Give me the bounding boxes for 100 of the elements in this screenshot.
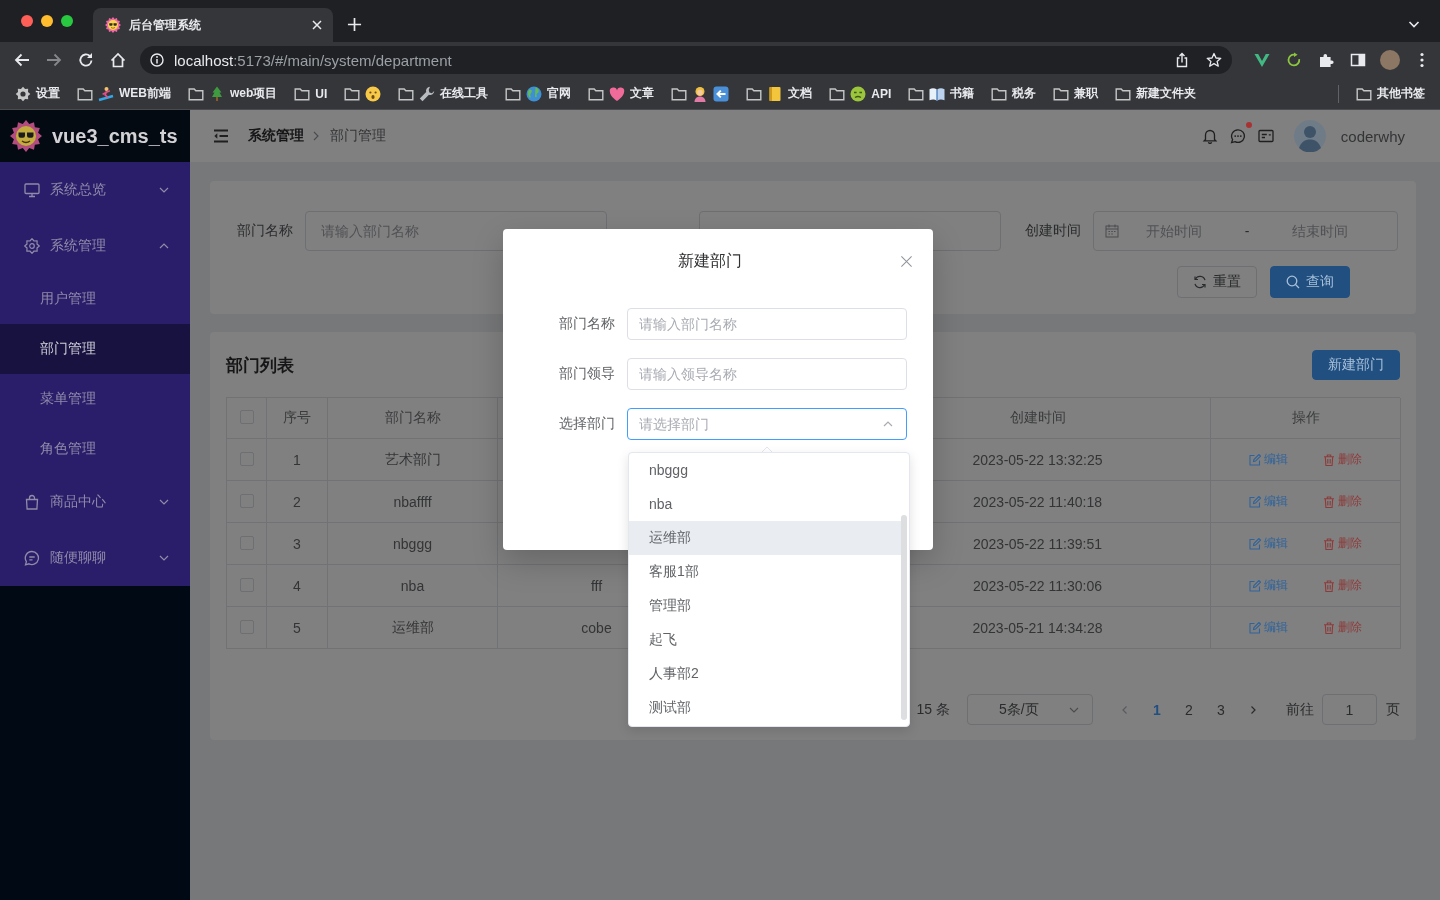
folder-icon [588,85,605,102]
page-button[interactable]: 3 [1205,694,1237,725]
bookmark[interactable]: UI [288,81,334,106]
browser-tab[interactable]: 后台管理系统 [93,8,333,42]
folder-icon [1356,85,1372,102]
book-icon [929,85,946,102]
create-button[interactable]: 新建部门 [1312,350,1400,380]
bookmark[interactable]: 新建文件夹 [1109,81,1203,106]
dropdown-option[interactable]: 起飞 [629,623,901,657]
info-icon[interactable] [150,53,164,67]
folder-icon [991,85,1008,102]
dialog-title: 新建部门 [676,251,743,271]
bookmark[interactable]: 书籍 [902,81,981,106]
trash-icon [1323,537,1335,550]
app-title: vue3_cms_ts [52,124,178,148]
breadcrumb-item: 部门管理 [330,127,386,145]
table-cell: 艺术部门 [384,450,441,469]
globe-icon [526,85,543,102]
bookmark[interactable]: 兼职 [1047,81,1105,106]
bookmark[interactable]: 文档 [740,81,819,106]
table-cell: 4 [293,577,301,594]
plus-icon[interactable] [347,17,362,32]
folder-icon [294,85,311,102]
back-icon[interactable] [14,52,30,68]
field-label: 选择部门 [558,415,615,433]
sun-face-icon [10,120,42,152]
menu-item[interactable]: 部门管理 [0,324,190,374]
user-name[interactable]: coderwhy [1340,127,1405,145]
page-suffix: 页 [1386,700,1400,719]
bookmark[interactable]: 其他书签 [1350,81,1431,106]
search-button[interactable]: 查询 [1270,266,1350,298]
gear-icon [24,238,40,254]
table-cell: cobe [581,619,612,636]
star-icon[interactable] [1206,52,1222,68]
tree-icon [209,85,225,102]
bookmark[interactable]: 文章 [582,81,661,106]
trash-icon [1323,453,1335,466]
profile-avatar[interactable] [1380,50,1400,70]
dropdown-option[interactable]: nba [629,487,901,521]
dropdown-option[interactable]: 客服1部 [629,555,901,589]
refresh-icon [1193,275,1207,289]
total-count: 15 条 [916,700,950,719]
page-size-select[interactable]: 5条/页 [967,694,1093,725]
home-icon[interactable] [110,52,126,68]
folder-icon [188,85,204,102]
bookmark[interactable]: 设置 [9,81,66,106]
side-panel-icon[interactable] [1350,52,1366,68]
menu-fold-icon[interactable] [213,128,229,144]
reload-icon[interactable] [78,52,94,68]
v-shape-icon[interactable] [1254,52,1270,68]
text-field[interactable]: 请输入部门名称 [627,308,907,340]
address-bar[interactable]: localhost:5173/#/main/system/department [140,46,1232,74]
bookmark[interactable]: API [823,81,898,106]
menu-group[interactable]: 随便聊聊 [0,530,190,586]
dropdown-option[interactable]: 管理部 [629,589,901,623]
dropdown-option[interactable]: 运维部 [629,521,901,555]
bookmark[interactable]: 官网 [499,81,578,106]
table-cell: fff [590,577,603,594]
minimize-window-icon[interactable] [41,15,53,27]
bookmark[interactable]: 在线工具 [392,81,495,106]
column-header: 操作 [1291,409,1320,427]
heart-icon [609,85,626,102]
puzzle-icon[interactable] [1318,52,1334,68]
menu-item[interactable]: 角色管理 [0,424,190,474]
page-button[interactable]: 2 [1173,694,1205,725]
bookmark[interactable]: 税务 [985,81,1043,106]
bookmark[interactable]: WEB前端 [71,81,177,106]
message-card-icon[interactable] [1257,128,1274,144]
edit-icon [1249,579,1261,592]
dropdown-option[interactable]: 人事部2 [629,657,901,691]
bookmark[interactable]: web项目 [182,81,284,106]
field-label: 创建时间 [1024,222,1081,240]
breadcrumb-item[interactable]: 系统管理 [248,127,304,145]
chat-bubble-icon[interactable] [1229,128,1246,144]
dropdown-option[interactable]: nbggg [629,453,901,487]
reset-button[interactable]: 重置 [1177,266,1257,298]
page-jump-field[interactable]: 1 [1322,694,1377,725]
menu-group[interactable]: 系统总览 [0,162,190,218]
menu-item[interactable]: 菜单管理 [0,374,190,424]
folder-icon [829,85,846,102]
menu-item[interactable]: 用户管理 [0,274,190,324]
table-cell: 2 [293,493,301,510]
bell-icon[interactable] [1201,128,1218,144]
range-separator: - [1243,223,1251,239]
menu-group[interactable]: 商品中心 [0,474,190,530]
dropdown-option[interactable]: 测试部 [629,691,901,725]
close-window-icon[interactable] [21,15,33,27]
column-header: 部门名称 [384,409,441,427]
text-field[interactable]: 请输入领导名称 [627,358,907,390]
forward-icon[interactable] [46,52,62,68]
folder-icon [1053,85,1070,102]
menu-group[interactable]: 系统管理 [0,218,190,274]
scrollbar-thumb[interactable] [901,515,907,720]
select-field[interactable]: 请选择部门 [627,408,907,440]
zoom-window-icon[interactable] [61,15,73,27]
share-icon[interactable] [1174,52,1190,68]
table-cell: nbaffff [393,493,432,510]
circular-arrow-icon[interactable] [1286,52,1302,68]
trash-icon [1323,579,1335,592]
table-cell: 2023-05-22 11:30:06 [973,577,1102,594]
